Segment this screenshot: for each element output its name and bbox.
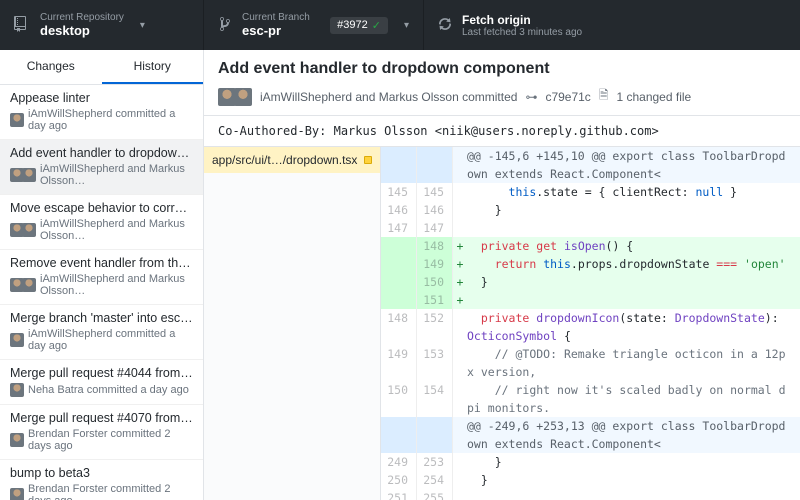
sidebar: Changes History Appease linter iAmWillSh… [0,50,204,500]
file-row[interactable]: app/src/ui/t…/dropdown.tsx [204,147,380,173]
pr-badge: #3972✓ [330,17,388,34]
diff-line: 145145 this.state = { clientRect: null } [381,183,800,201]
files-changed: 1 changed file [616,90,691,104]
commit-item-meta: iAmWillShepherd and Markus Olsson… [10,218,193,242]
fetch-title: Fetch origin [462,13,582,27]
diff-line: @@ -145,6 +145,10 @@ export class Toolba… [381,147,800,183]
branch-label: Current Branch [242,12,310,23]
commit-item-title: Move escape behavior to correct co… [10,201,193,215]
commit-item-title: Add event handler to dropdown com… [10,146,193,160]
branch-icon [218,16,232,35]
coauthor-line: Co-Authored-By: Markus Olsson <niik@user… [204,116,800,147]
sidebar-tabs: Changes History [0,50,203,85]
diff-line: 249253 } [381,453,800,471]
repo-value: desktop [40,23,124,38]
diff-line: 148152 private dropdownIcon(state: Dropd… [381,309,800,345]
diff-line: 149+ return this.props.dropdownState ===… [381,255,800,273]
commit-item-meta: Brendan Forster committed 2 days ago [10,428,193,452]
caret-icon: ▾ [140,20,145,31]
commit-item-meta: Brendan Forster committed 2 days ago [10,483,193,500]
commit-item-meta: iAmWillShepherd committed a day ago [10,328,193,352]
diff-line: 250254 } [381,471,800,489]
diff-line: 150154 // right now it's scaled badly on… [381,381,800,417]
commit-item-title: bump to beta3 [10,466,193,480]
commit-detail: Add event handler to dropdown component … [204,50,800,500]
tab-history[interactable]: History [102,50,204,84]
commit-hash: c79e71c [545,90,590,104]
diff-line: @@ -249,6 +253,13 @@ export class Toolba… [381,417,800,453]
check-icon: ✓ [372,19,381,32]
caret-icon: ▾ [404,20,409,31]
branch-value: esc-pr [242,23,310,38]
repo-label: Current Repository [40,12,124,23]
diff-modified-icon [364,156,372,164]
commit-item-title: Appease linter [10,91,193,105]
commit-item-meta: Neha Batra committed a day ago [10,383,193,397]
commit-item[interactable]: bump to beta3 Brendan Forster committed … [0,460,203,500]
diff-line: 148+ private get isOpen() { [381,237,800,255]
file-icon: 🗎 [599,86,609,107]
commit-item[interactable]: Add event handler to dropdown com… iAmWi… [0,140,203,195]
author-avatars [218,88,252,106]
diff-line: 150+ } [381,273,800,291]
commit-item[interactable]: Merge branch 'master' into esc-pr iAmWil… [0,305,203,360]
commit-item[interactable]: Appease linter iAmWillShepherd committed… [0,85,203,140]
sync-icon [438,16,452,35]
commit-item-title: Merge pull request #4070 from desk… [10,411,193,425]
commit-icon: ⊶ [525,90,537,104]
file-list: app/src/ui/t…/dropdown.tsx [204,147,381,500]
commit-list[interactable]: Appease linter iAmWillShepherd committed… [0,85,203,500]
repo-selector[interactable]: Current Repository desktop ▾ [0,0,204,50]
toolbar: Current Repository desktop ▾ Current Bra… [0,0,800,50]
commit-item-title: Merge pull request #4044 from des… [10,366,193,380]
commit-item-meta: iAmWillShepherd and Markus Olsson… [10,163,193,187]
fetch-subtitle: Last fetched 3 minutes ago [462,27,582,38]
commit-item-meta: iAmWillShepherd and Markus Olsson… [10,273,193,297]
commit-item[interactable]: Merge pull request #4070 from desk… Bren… [0,405,203,460]
diff-line: 251255 [381,489,800,500]
file-path: app/src/ui/t…/dropdown.tsx [212,153,358,167]
commit-item-title: Merge branch 'master' into esc-pr [10,311,193,325]
fetch-button[interactable]: Fetch origin Last fetched 3 minutes ago [424,0,800,50]
commit-item-title: Remove event handler from the bran… [10,256,193,270]
commit-item-meta: iAmWillShepherd committed a day ago [10,108,193,132]
commit-item[interactable]: Merge pull request #4044 from des… Neha … [0,360,203,405]
diff-view[interactable]: @@ -145,6 +145,10 @@ export class Toolba… [381,147,800,500]
commit-item[interactable]: Move escape behavior to correct co… iAmW… [0,195,203,250]
diff-line: 151+ [381,291,800,309]
commit-authors: iAmWillShepherd and Markus Olsson commit… [260,90,517,104]
repo-icon [14,16,30,35]
commit-title: Add event handler to dropdown component [218,60,786,78]
branch-selector[interactable]: Current Branch esc-pr #3972✓ ▾ [204,0,424,50]
diff-line: 147147 [381,219,800,237]
tab-changes[interactable]: Changes [0,50,102,84]
diff-line: 149153 // @TODO: Remake triangle octicon… [381,345,800,381]
diff-line: 146146 } [381,201,800,219]
commit-item[interactable]: Remove event handler from the bran… iAmW… [0,250,203,305]
